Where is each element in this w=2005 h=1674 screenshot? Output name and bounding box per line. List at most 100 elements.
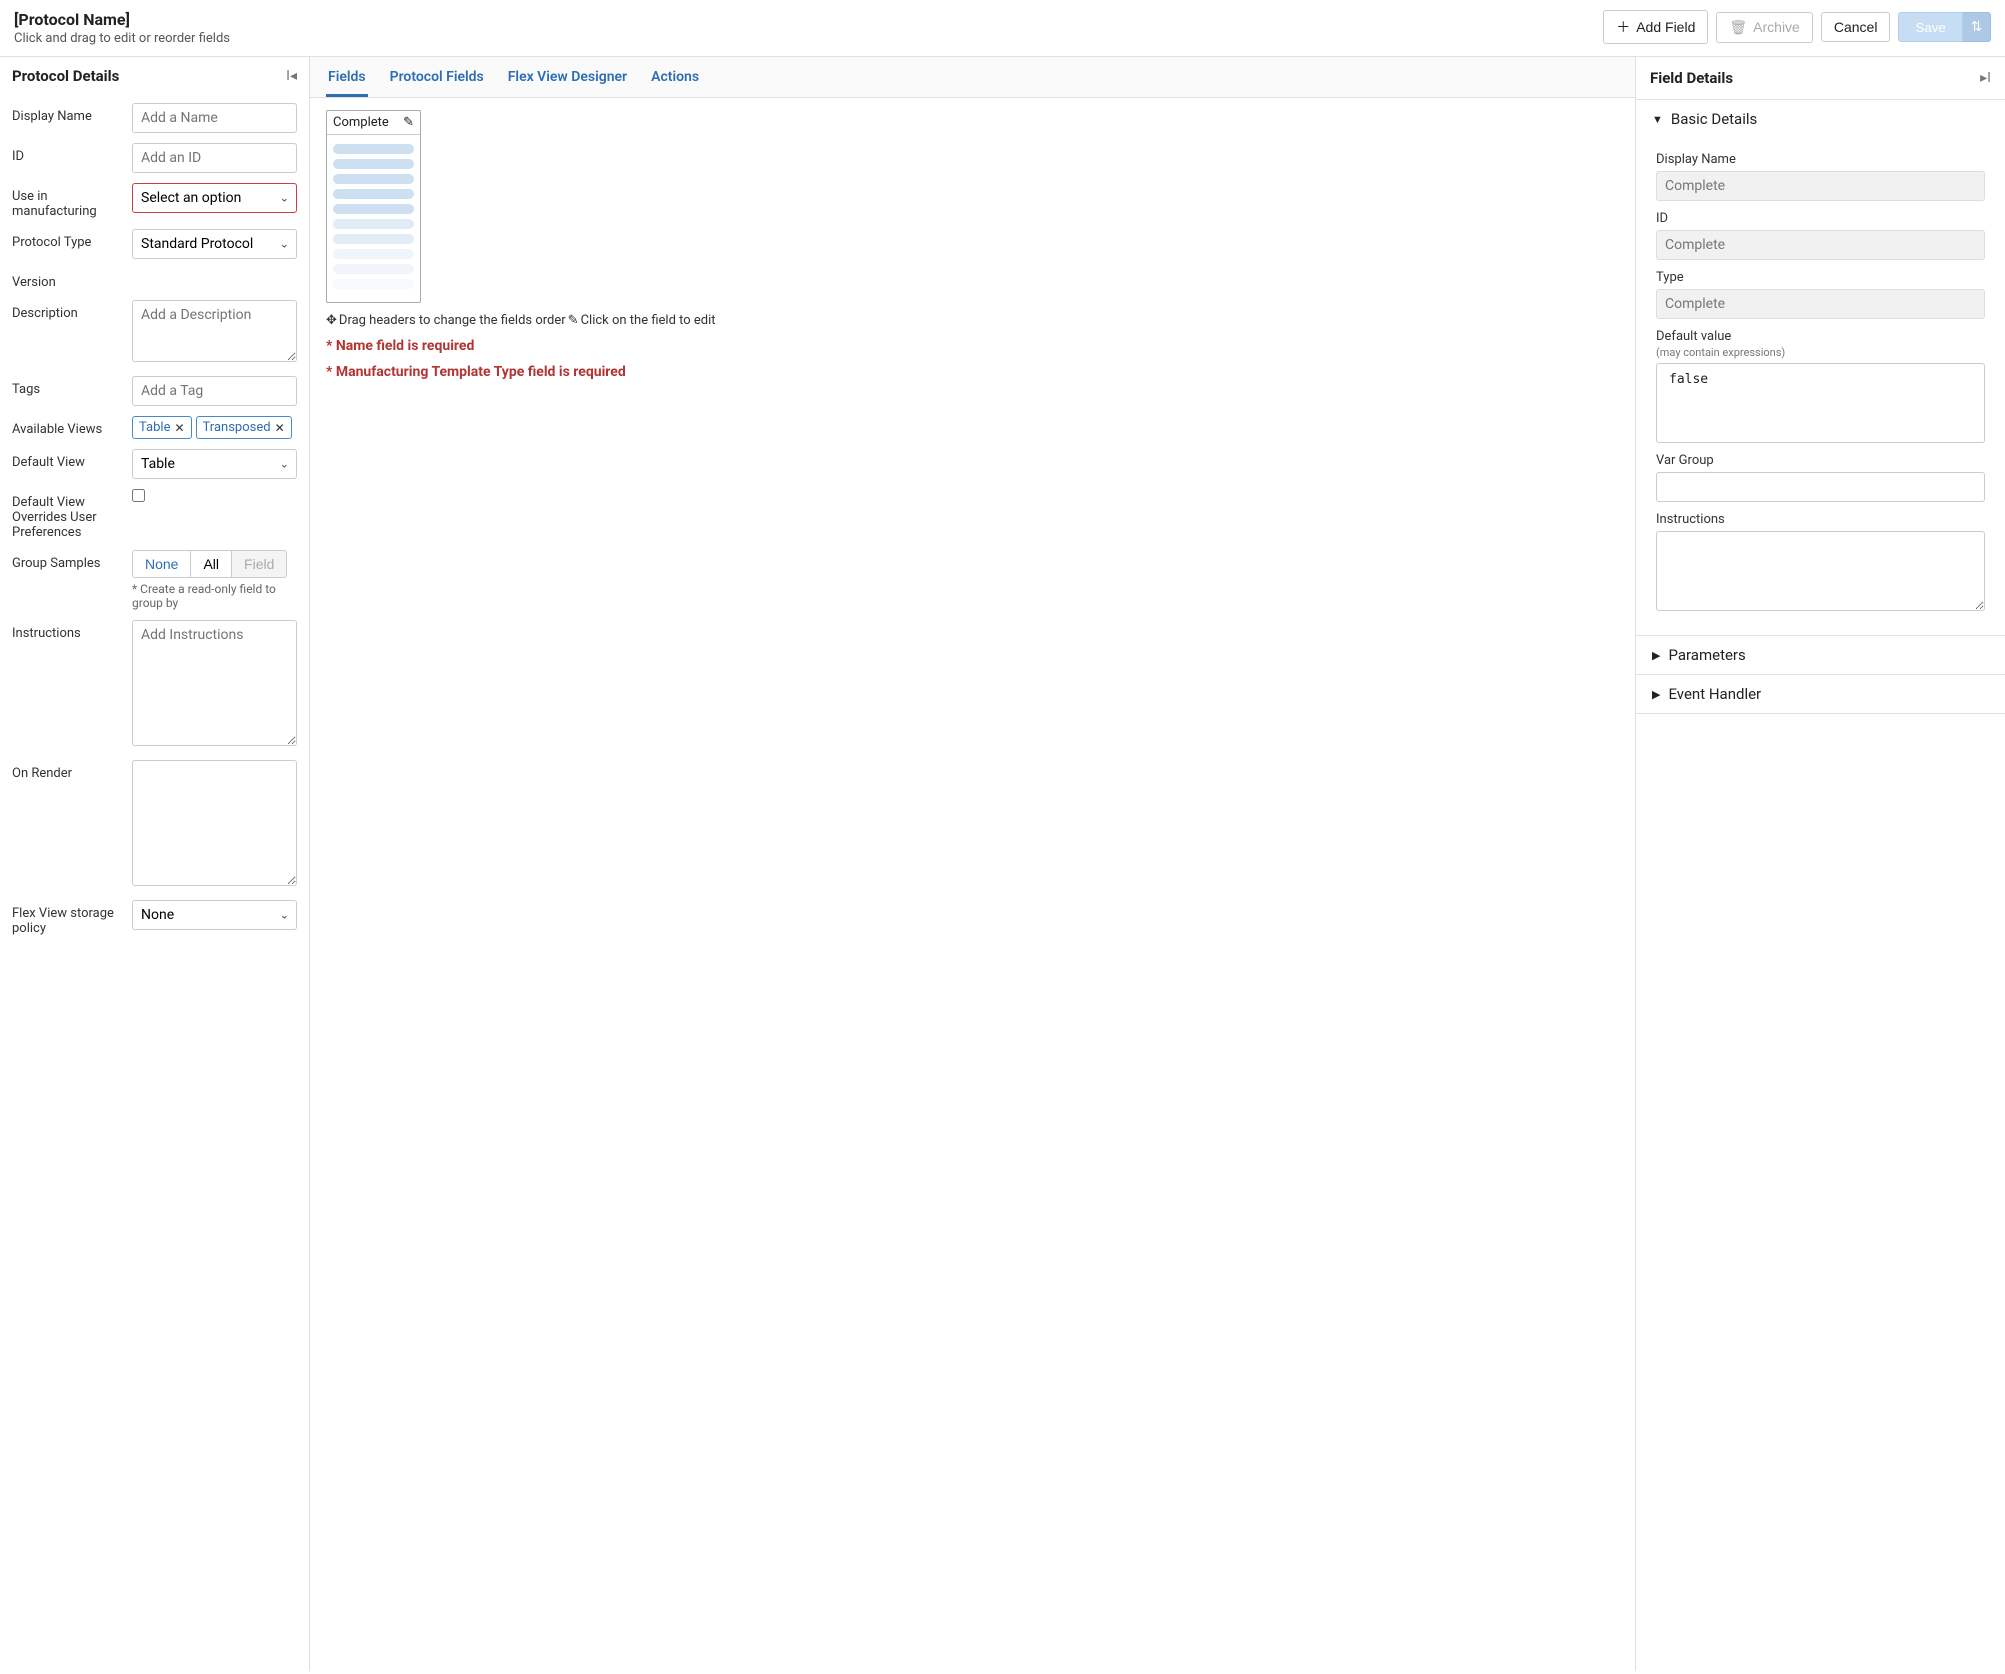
row-protocol-type: Protocol Type Standard Protocol ⌄ — [12, 229, 297, 259]
acc-parameters-head[interactable]: ▶ Parameters — [1636, 636, 2005, 674]
save-button[interactable]: Save — [1898, 12, 1962, 42]
label-flex-view-storage: Flex View storage policy — [12, 900, 132, 936]
label-available-views: Available Views — [12, 416, 132, 437]
acc-event-handler: ▶ Event Handler — [1636, 675, 2005, 714]
id-input[interactable] — [132, 143, 297, 173]
plus-icon: ＋ — [1616, 17, 1630, 37]
header-title-block: [Protocol Name] Click and drag to edit o… — [14, 10, 230, 46]
field-card-complete[interactable]: Complete ✎ — [326, 110, 421, 303]
center-tabs: Fields Protocol Fields Flex View Designe… — [310, 57, 1635, 98]
close-icon[interactable]: ✕ — [275, 421, 285, 435]
chevron-updown-icon: ⇅ — [1971, 19, 1982, 34]
r-var-group-input[interactable] — [1656, 472, 1985, 502]
r-label-instructions: Instructions — [1656, 512, 1985, 527]
chip-transposed[interactable]: Transposed ✕ — [196, 416, 292, 439]
row-description: Description — [12, 300, 297, 366]
chip-label: Transposed — [203, 420, 271, 435]
acc-basic-title: Basic Details — [1671, 110, 1757, 128]
trash-icon: 🗑 — [1729, 19, 1747, 36]
caret-right-icon: ▶ — [1652, 688, 1660, 701]
field-details-panel: Field Details ▸I ▼ Basic Details Display… — [1635, 57, 2005, 1671]
acc-event-handler-title: Event Handler — [1668, 685, 1761, 703]
default-view-select[interactable]: Table — [132, 449, 297, 479]
label-default-view: Default View — [12, 449, 132, 470]
display-name-input[interactable] — [132, 103, 297, 133]
right-panel-head: Field Details ▸I — [1636, 57, 2005, 100]
skeleton-row — [333, 264, 414, 274]
pencil-icon: ✎ — [568, 313, 579, 328]
r-id-value: Complete — [1656, 230, 1985, 260]
r-label-default-value: Default value — [1656, 329, 1985, 344]
r-label-var-group: Var Group — [1656, 453, 1985, 468]
label-display-name: Display Name — [12, 103, 132, 124]
save-label: Save — [1915, 20, 1945, 35]
chip-table[interactable]: Table ✕ — [132, 416, 192, 439]
flex-view-storage-select[interactable]: None — [132, 900, 297, 930]
top-header: [Protocol Name] Click and drag to edit o… — [0, 0, 2005, 57]
r-type-value: Complete — [1656, 289, 1985, 319]
collapse-left-icon[interactable]: I◂ — [286, 68, 297, 84]
group-samples-segmented: None All Field — [132, 550, 287, 578]
field-card-title: Complete — [333, 115, 389, 130]
group-samples-note: * Create a read-only field to group by — [132, 582, 297, 610]
save-button-group: Save ⇅ — [1898, 12, 1991, 42]
add-field-button[interactable]: ＋ Add Field — [1603, 10, 1708, 44]
skeleton-row — [333, 204, 414, 214]
row-tags: Tags — [12, 376, 297, 406]
row-available-views: Available Views Table ✕ Transposed ✕ — [12, 416, 297, 439]
close-icon[interactable]: ✕ — [174, 421, 184, 435]
archive-label: Archive — [1753, 19, 1800, 35]
label-tags: Tags — [12, 376, 132, 397]
acc-basic-head[interactable]: ▼ Basic Details — [1636, 100, 2005, 138]
tab-protocol-fields[interactable]: Protocol Fields — [388, 57, 486, 97]
group-samples-all[interactable]: All — [190, 551, 231, 577]
row-group-samples: Group Samples None All Field * Create a … — [12, 550, 297, 610]
use-manufacturing-select[interactable]: Select an option — [132, 183, 297, 213]
left-panel-title: Protocol Details — [12, 67, 119, 85]
main-body: Protocol Details I◂ Display Name ID Use … — [0, 57, 2005, 1671]
center-panel: Fields Protocol Fields Flex View Designe… — [310, 57, 1635, 1671]
tags-input[interactable] — [132, 376, 297, 406]
move-icon: ✥ — [326, 313, 337, 328]
label-description: Description — [12, 300, 132, 321]
right-panel-title: Field Details — [1650, 69, 1733, 87]
protocol-form: Display Name ID Use in manufacturing Sel… — [0, 103, 309, 970]
left-panel-head: Protocol Details I◂ — [0, 57, 309, 103]
label-default-view-overrides: Default View Overrides User Preferences — [12, 489, 132, 540]
instructions-textarea[interactable] — [132, 620, 297, 746]
row-default-view: Default View Table ⌄ — [12, 449, 297, 479]
acc-event-handler-head[interactable]: ▶ Event Handler — [1636, 675, 2005, 713]
acc-basic-details: ▼ Basic Details Display Name Complete ID… — [1636, 100, 2005, 636]
hint-click: Click on the field to edit — [581, 313, 716, 328]
save-options-button[interactable]: ⇅ — [1963, 12, 1991, 42]
collapse-right-icon[interactable]: ▸I — [1980, 70, 1991, 86]
group-samples-none[interactable]: None — [133, 551, 190, 577]
row-default-view-overrides: Default View Overrides User Preferences — [12, 489, 297, 540]
field-card-head[interactable]: Complete ✎ — [327, 111, 420, 135]
r-instructions-textarea[interactable] — [1656, 531, 1985, 611]
default-view-overrides-checkbox[interactable] — [132, 489, 145, 502]
row-on-render: On Render — [12, 760, 297, 890]
page-subtitle: Click and drag to edit or reorder fields — [14, 31, 230, 46]
tab-flex-view-designer[interactable]: Flex View Designer — [506, 57, 629, 97]
protocol-type-select[interactable]: Standard Protocol — [132, 229, 297, 259]
on-render-textarea[interactable] — [132, 760, 297, 886]
label-group-samples: Group Samples — [12, 550, 132, 571]
label-version: Version — [12, 269, 132, 290]
caret-right-icon: ▶ — [1652, 649, 1660, 662]
label-on-render: On Render — [12, 760, 132, 781]
skeleton-row — [333, 234, 414, 244]
archive-button[interactable]: 🗑 Archive — [1716, 12, 1812, 43]
header-actions: ＋ Add Field 🗑 Archive Cancel Save ⇅ — [1603, 10, 1991, 44]
pencil-icon[interactable]: ✎ — [403, 115, 414, 130]
r-default-value-code[interactable]: false — [1656, 363, 1985, 443]
row-flex-view-storage: Flex View storage policy None ⌄ — [12, 900, 297, 936]
tab-fields[interactable]: Fields — [326, 57, 368, 97]
page-title: [Protocol Name] — [14, 10, 230, 29]
cancel-button[interactable]: Cancel — [1821, 12, 1891, 42]
label-use-manufacturing: Use in manufacturing — [12, 183, 132, 219]
description-textarea[interactable] — [132, 300, 297, 362]
label-id: ID — [12, 143, 132, 164]
tab-actions[interactable]: Actions — [649, 57, 701, 97]
protocol-details-panel: Protocol Details I◂ Display Name ID Use … — [0, 57, 310, 1671]
